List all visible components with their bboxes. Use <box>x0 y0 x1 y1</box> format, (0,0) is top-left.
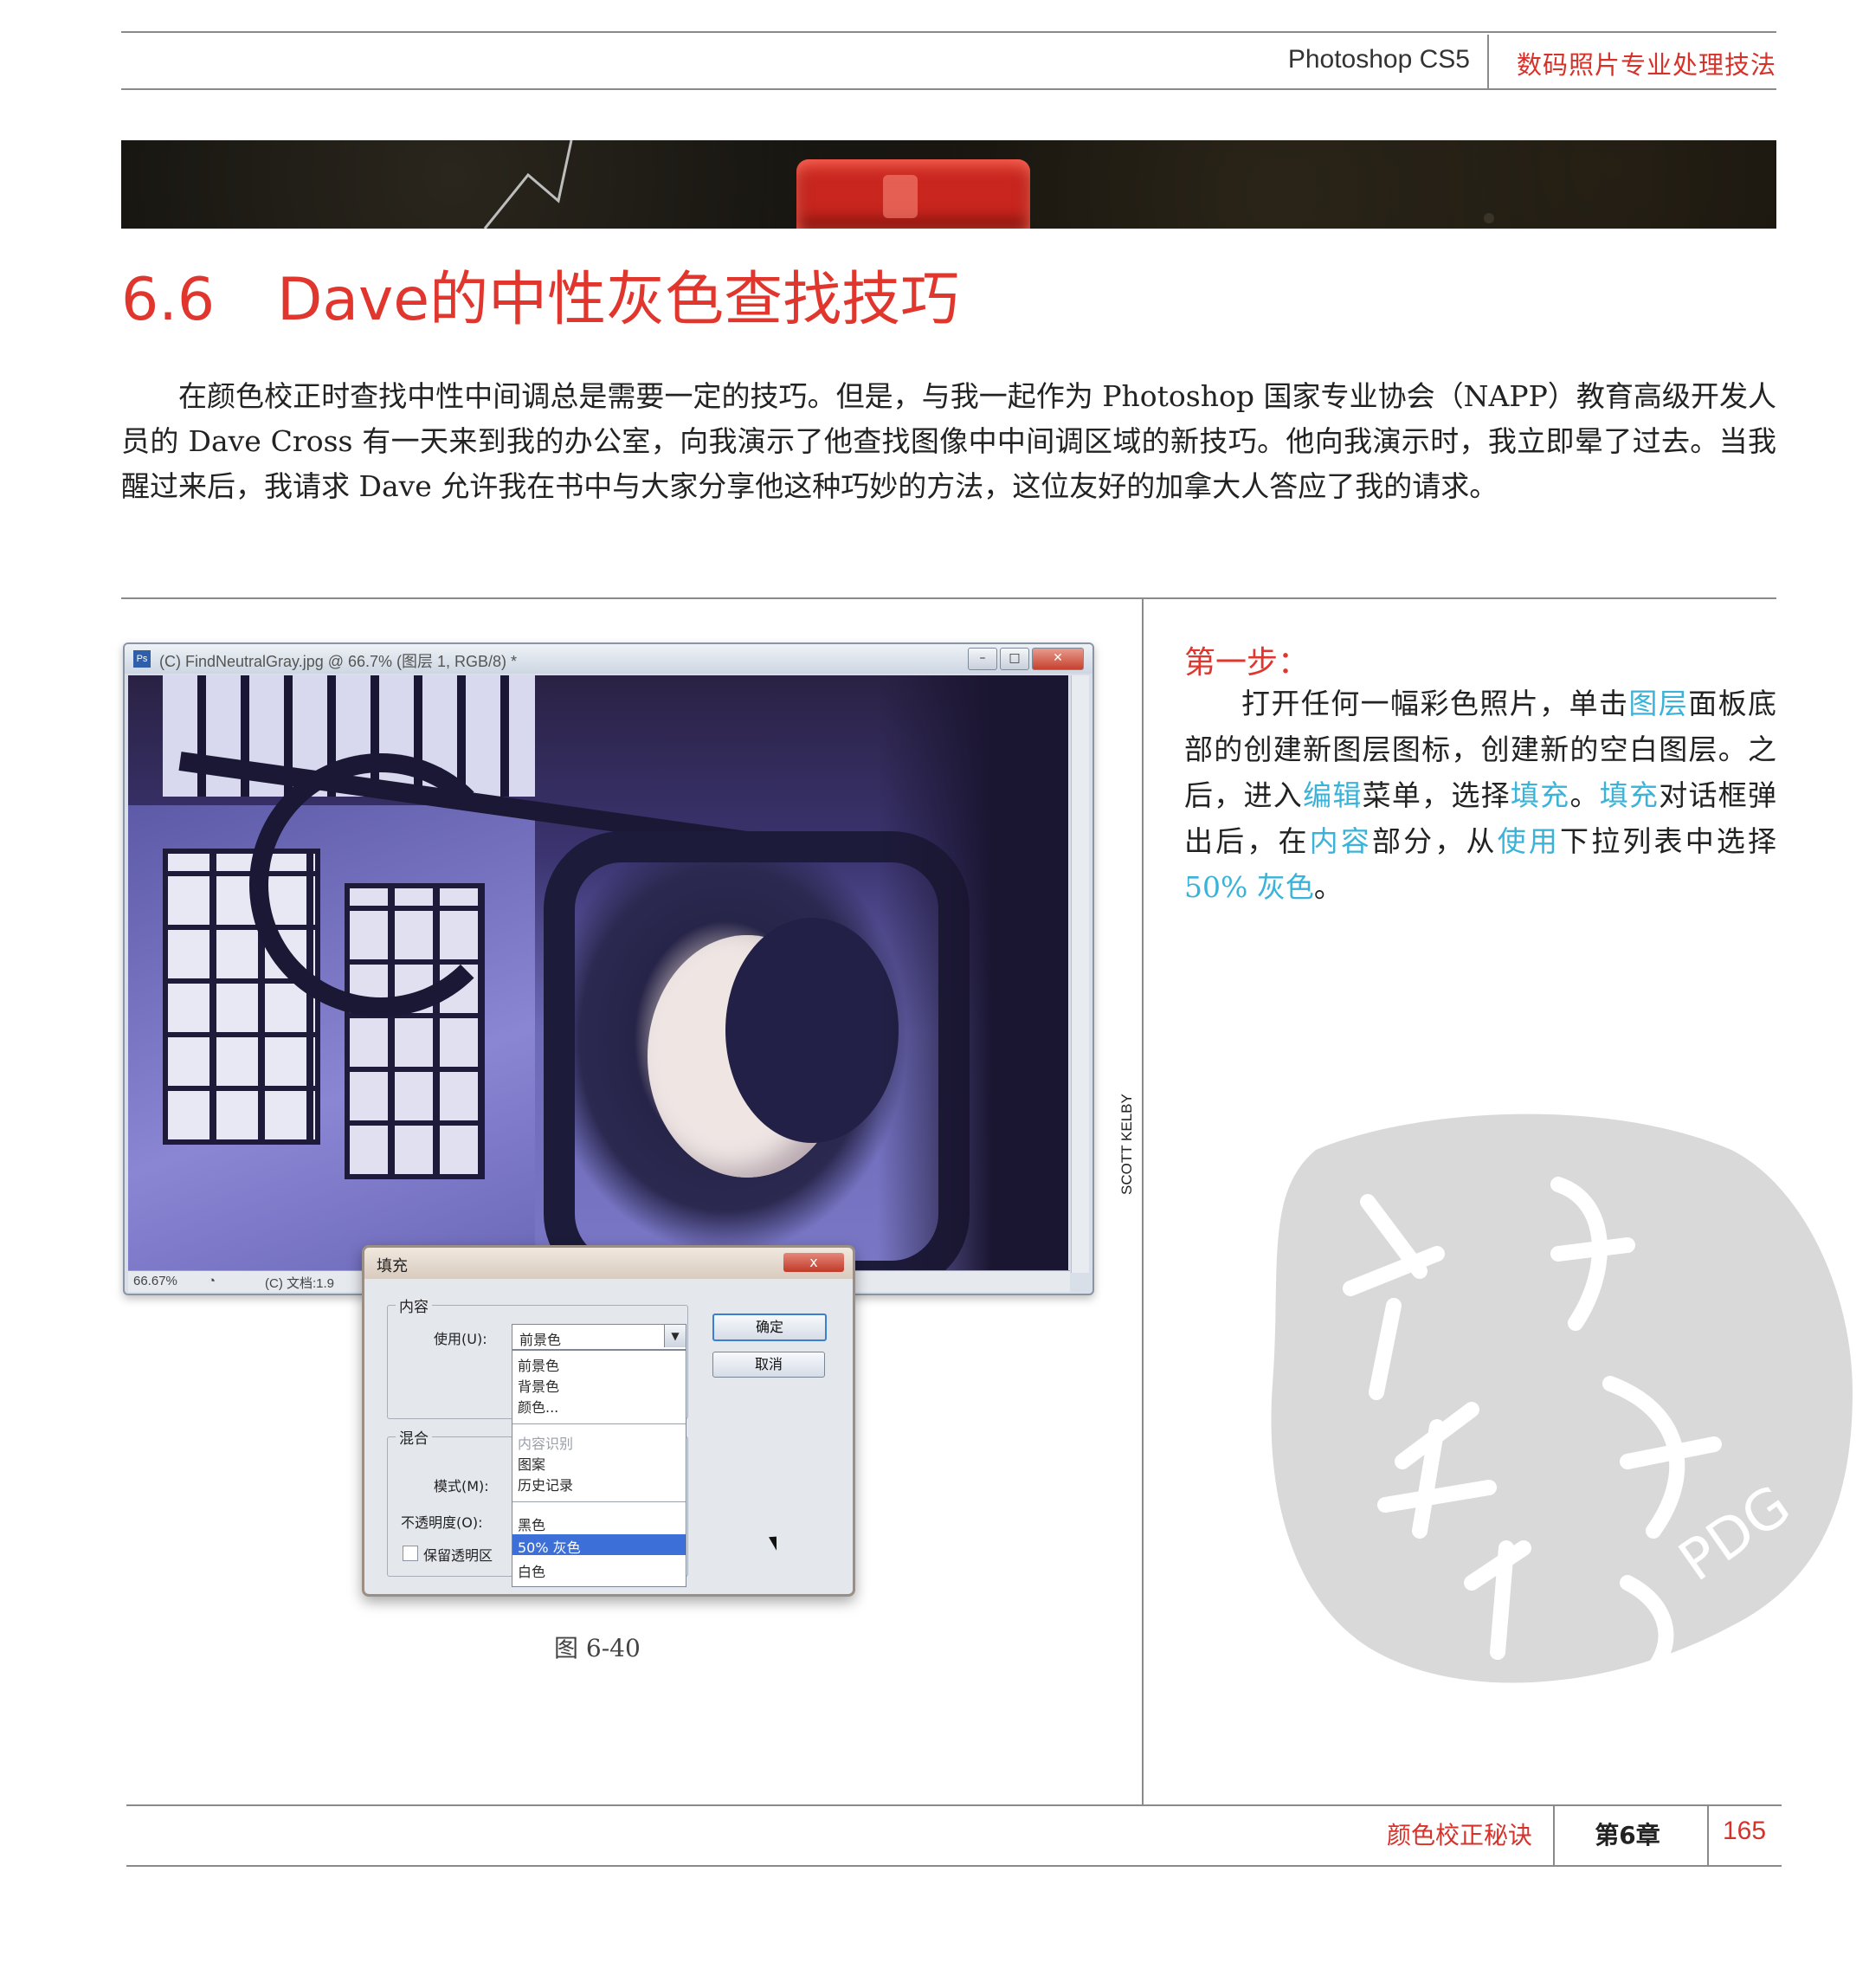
header-divider <box>1487 35 1489 88</box>
option-color[interactable]: 颜色... <box>518 1396 558 1417</box>
ok-button[interactable]: 确定 <box>712 1314 827 1341</box>
figure-caption: 图 6-40 <box>554 1634 641 1662</box>
option-pattern[interactable]: 图案 <box>518 1453 545 1474</box>
section-number: 6.6 <box>121 266 216 334</box>
use-dropdown-list: 前景色 背景色 颜色... 内容识别 图案 历史记录 黑色 50% 灰色 白色 <box>512 1350 783 1587</box>
term-layers: 图层 <box>1628 687 1689 720</box>
option-black[interactable]: 黑色 <box>518 1514 545 1534</box>
contents-legend: 内容 <box>396 1294 432 1316</box>
opacity-label: 不透明度(O): <box>401 1514 483 1531</box>
header-book-title: 数码照片专业处理技法 <box>1517 50 1777 80</box>
window-title: (C) FindNeutralGray.jpg @ 66.7% (图层 1, R… <box>159 653 518 670</box>
photo-credit: SCOTT KELBY <box>1118 1094 1135 1195</box>
photo-canvas[interactable] <box>128 675 1068 1273</box>
zoom-readout: 66.67% <box>133 1274 177 1288</box>
photoshop-document-window: Ps (C) FindNeutralGray.jpg @ 66.7% (图层 1… <box>123 642 1094 1295</box>
term-50-gray: 50% 灰色 <box>1184 870 1314 904</box>
close-icon[interactable]: ✕ <box>1032 648 1084 670</box>
preserve-transparency-checkbox[interactable] <box>403 1546 418 1561</box>
cancel-button[interactable]: 取消 <box>712 1352 825 1378</box>
option-content-aware: 内容识别 <box>518 1436 574 1452</box>
mode-label: 模式(M): <box>434 1478 489 1494</box>
dialog-close-button[interactable]: x <box>783 1253 844 1272</box>
use-label: 使用(U): <box>434 1331 487 1347</box>
mouse-pointer-icon <box>769 1533 783 1551</box>
option-50-gray[interactable]: 50% 灰色 <box>518 1536 581 1557</box>
preserve-transparency-label: 保留透明区 <box>423 1547 493 1564</box>
status-icon[interactable]: ◔ <box>208 1274 216 1288</box>
step-heading: 第一步： <box>1184 645 1310 681</box>
use-dropdown[interactable]: 前景色 ▼ <box>512 1324 686 1350</box>
watermark-seal-image: PDG <box>1271 1113 1853 1683</box>
step-body: 打开任何一幅彩色照片，单击图层面板底部的创建新图层图标，创建新的空白图层。之后，… <box>1184 687 1777 904</box>
option-foreground[interactable]: 前景色 <box>518 1354 559 1375</box>
minimize-icon[interactable]: – <box>968 648 997 670</box>
chapter-banner-image <box>121 140 1776 229</box>
column-divider <box>1142 599 1144 1804</box>
option-background[interactable]: 背景色 <box>518 1375 559 1396</box>
window-title-bar[interactable]: Ps (C) FindNeutralGray.jpg @ 66.7% (图层 1… <box>125 644 1092 674</box>
term-use: 使用 <box>1497 824 1561 858</box>
page-number: 165 <box>1722 1817 1767 1845</box>
footer-divider-2 <box>1707 1806 1709 1865</box>
option-history[interactable]: 历史记录 <box>518 1474 573 1494</box>
dialog-title: 填充 <box>377 1257 408 1275</box>
footer-divider-1 <box>1553 1806 1555 1865</box>
footer-top-rule <box>126 1804 1782 1806</box>
chevron-down-icon[interactable]: ▼ <box>664 1325 686 1347</box>
blending-legend: 混合 <box>396 1426 432 1448</box>
term-edit: 编辑 <box>1303 778 1363 812</box>
doc-size-readout: (C) 文档:1.9 <box>265 1276 335 1291</box>
section-title-text: Dave的中性灰色查找技巧 <box>277 266 960 334</box>
content-top-rule <box>121 597 1776 599</box>
use-dropdown-value: 前景色 <box>519 1332 562 1348</box>
term-fill: 填充 <box>1510 778 1570 812</box>
term-fill-dialog: 填充 <box>1599 778 1660 812</box>
footer-bottom-rule <box>126 1865 1782 1867</box>
maximize-icon[interactable]: □ <box>1000 648 1029 670</box>
option-white[interactable]: 白色 <box>518 1560 545 1581</box>
section-title: 6.6 Dave的中性灰色查找技巧 <box>121 251 959 337</box>
fill-dialog: 填充 x 内容 使用(U): 前景色 ▼ 混合 模式(M): 不透明度(O): … <box>362 1245 855 1597</box>
vertical-scrollbar[interactable] <box>1071 675 1089 1273</box>
dialog-title-bar[interactable]: 填充 x <box>364 1248 853 1279</box>
term-contents: 内容 <box>1309 824 1373 858</box>
footer-chapter: 第6章 <box>1595 1821 1660 1849</box>
footer-section-name: 颜色校正秘诀 <box>1386 1821 1532 1849</box>
photoshop-app-icon: Ps <box>133 650 151 668</box>
intro-paragraph: 在颜色校正时查找中性中间调总是需要一定的技巧。但是，与我一起作为 Photosh… <box>121 379 1776 503</box>
header-top-rule <box>121 31 1776 33</box>
header-bottom-rule <box>121 88 1776 90</box>
header-product-name: Photoshop CS5 <box>1287 45 1470 74</box>
